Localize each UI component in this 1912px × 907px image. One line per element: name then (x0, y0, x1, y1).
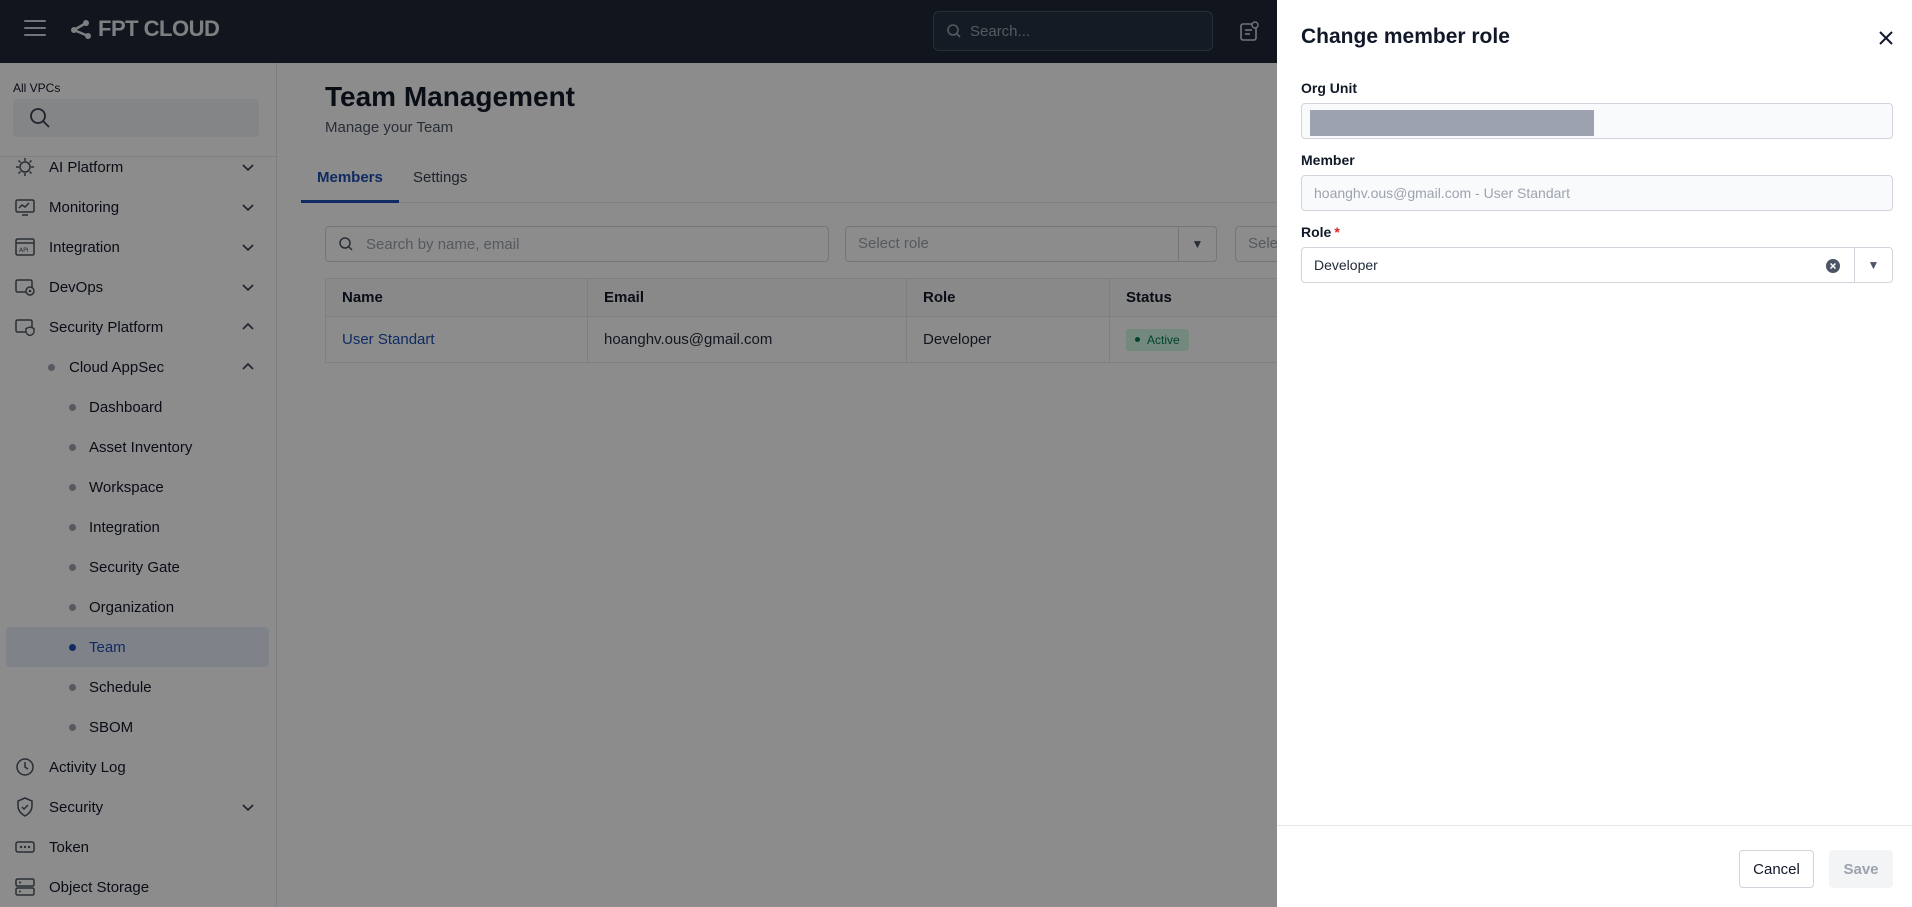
save-button[interactable]: Save (1829, 850, 1893, 888)
org-unit-label: Org Unit (1301, 80, 1357, 96)
role-label: Role * (1301, 224, 1340, 240)
required-marker: * (1334, 224, 1340, 240)
close-icon[interactable] (1876, 28, 1896, 48)
role-label-text: Role (1301, 224, 1332, 240)
drawer-title: Change member role (1301, 25, 1510, 48)
cancel-button[interactable]: Cancel (1739, 850, 1814, 888)
member-field: hoanghv.ous@gmail.com - User Standart (1301, 175, 1893, 211)
change-role-drawer: Change member role Org Unit Member hoang… (1277, 0, 1912, 907)
dropdown-arrow-icon[interactable]: ▼ (1854, 248, 1892, 282)
clear-icon[interactable] (1825, 258, 1841, 274)
member-label: Member (1301, 152, 1355, 168)
redacted-value (1310, 110, 1594, 136)
role-select-value: Developer (1314, 257, 1378, 273)
role-select[interactable]: Developer ▼ (1301, 247, 1893, 283)
org-unit-field (1301, 103, 1893, 139)
drawer-footer-divider (1277, 825, 1912, 826)
